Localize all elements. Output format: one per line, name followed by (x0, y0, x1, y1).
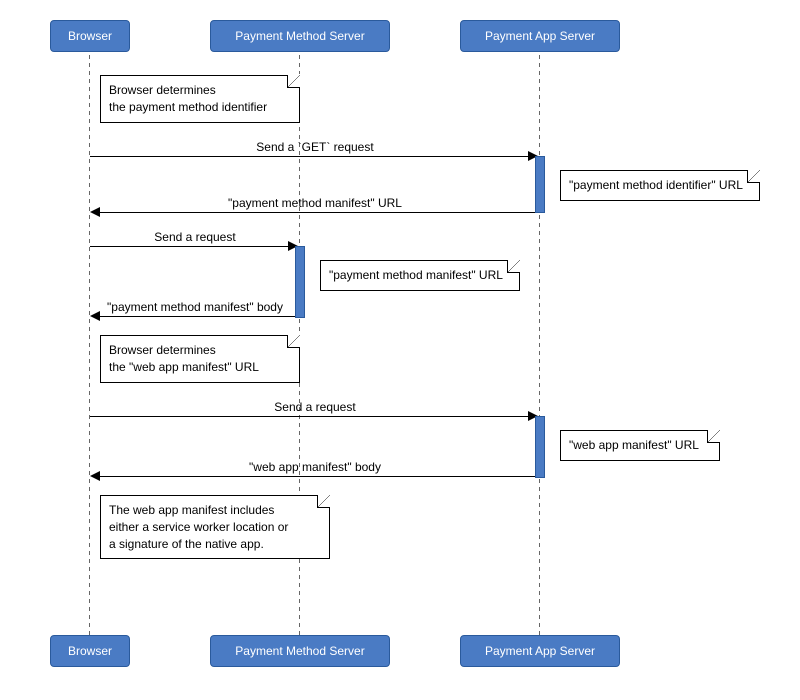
arrowhead-icon (90, 311, 100, 321)
message-text: "payment method manifest" URL (228, 196, 402, 210)
note-wam-url: "web app manifest" URL (560, 430, 720, 461)
arrow-line (100, 212, 535, 213)
actor-pas-bottom: Payment App Server (460, 635, 620, 667)
message-send-request-pas: Send a request (90, 400, 540, 414)
note-text: The web app manifest includes either a s… (109, 503, 288, 551)
note-text: Browser determines the payment method id… (109, 83, 267, 114)
message-pmm-url: "payment method manifest" URL (90, 196, 540, 210)
note-text: "payment method identifier" URL (569, 178, 743, 192)
actor-label: Payment Method Server (235, 29, 364, 43)
arrowhead-icon (90, 207, 100, 217)
note-pmm-url: "payment method manifest" URL (320, 260, 520, 291)
note-browser-determines-wam: Browser determines the "web app manifest… (100, 335, 300, 383)
arrow-line (100, 316, 295, 317)
message-text: "web app manifest" body (249, 460, 381, 474)
actor-label: Payment App Server (485, 29, 595, 43)
message-text: Send a request (154, 230, 235, 244)
note-text: Browser determines the "web app manifest… (109, 343, 259, 374)
actor-label: Browser (68, 29, 112, 43)
message-get-request: Send a `GET` request (90, 140, 540, 154)
message-text: Send a request (274, 400, 355, 414)
note-wam-includes: The web app manifest includes either a s… (100, 495, 330, 559)
note-pmi-url: "payment method identifier" URL (560, 170, 760, 201)
actor-label: Payment Method Server (235, 644, 364, 658)
sequence-diagram: Browser Payment Method Server Payment Ap… (20, 20, 780, 680)
arrowhead-icon (90, 471, 100, 481)
arrow-line (90, 416, 530, 417)
actor-pas-top: Payment App Server (460, 20, 620, 52)
note-text: "payment method manifest" URL (329, 268, 503, 282)
arrow-line (100, 476, 535, 477)
actor-label: Payment App Server (485, 644, 595, 658)
message-text: "payment method manifest" body (107, 300, 283, 314)
note-browser-determines-pmi: Browser determines the payment method id… (100, 75, 300, 123)
actor-pms-bottom: Payment Method Server (210, 635, 390, 667)
actor-pms-top: Payment Method Server (210, 20, 390, 52)
message-pmm-body: "payment method manifest" body (90, 300, 300, 314)
message-send-request-pms: Send a request (90, 230, 300, 244)
actor-browser-bottom: Browser (50, 635, 130, 667)
arrow-line (90, 246, 290, 247)
actor-label: Browser (68, 644, 112, 658)
actor-browser-top: Browser (50, 20, 130, 52)
arrow-line (90, 156, 530, 157)
message-text: Send a `GET` request (256, 140, 373, 154)
message-wam-body: "web app manifest" body (90, 460, 540, 474)
note-text: "web app manifest" URL (569, 438, 699, 452)
